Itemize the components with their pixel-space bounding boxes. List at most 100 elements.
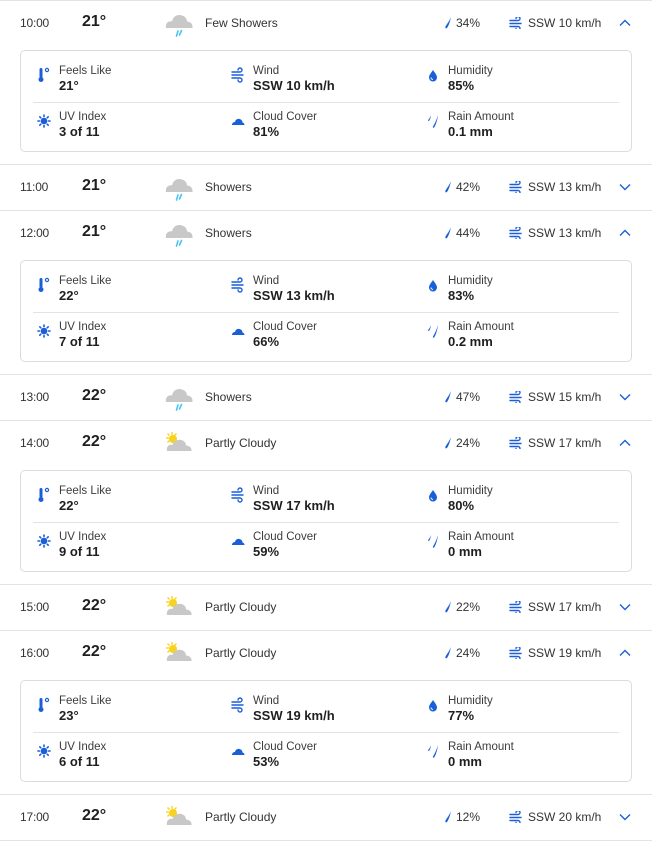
humidity-label: Humidity (448, 65, 493, 77)
wind-value: SSW 13 km/h (528, 180, 602, 194)
hour-temperature: 22° (82, 643, 107, 660)
uv-index-label: UV Index (59, 531, 107, 543)
cloud-cover-value: 81% (253, 124, 280, 139)
chevron-up-icon[interactable] (617, 435, 633, 451)
precipitation-chance: 24% (444, 436, 480, 450)
wind-value: SSW 19 km/h (528, 646, 602, 660)
expand-button[interactable] (617, 389, 633, 405)
rain-amount-item: Rain Amount 0.1 mm (426, 111, 616, 147)
hour-row-toggle[interactable]: 17:00 22° Partly Cloudy 12% SSW 20 km/h (0, 795, 652, 840)
uv-index-value: 6 of 11 (59, 754, 100, 769)
precipitation-chance: 47% (444, 390, 480, 404)
partly-cloudy-icon (166, 432, 192, 451)
humidity-item: Humidity 77% (426, 695, 616, 731)
precipitation-value: 42% (456, 180, 481, 194)
hour-time: 17:00 (20, 810, 50, 824)
humidity-item: Humidity 85% (426, 65, 616, 101)
wind-icon (509, 227, 522, 239)
wind-summary: SSW 20 km/h (509, 810, 601, 824)
hour-row-toggle[interactable]: 14:00 22° Partly Cloudy 24% SSW 17 km/h (0, 421, 652, 466)
cloud-cover-item: Cloud Cover 59% (231, 531, 421, 567)
rain-amount-label: Rain Amount (448, 531, 514, 543)
hour-row-toggle[interactable]: 11:00 21° Showers 42% SSW 13 km/h (0, 165, 652, 210)
humidity-drop-icon (429, 70, 437, 82)
chevron-down-icon[interactable] (617, 389, 633, 405)
feels-like-label: Feels Like (59, 65, 112, 77)
chevron-up-icon[interactable] (617, 15, 633, 31)
hour-time: 10:00 (20, 16, 50, 30)
uv-index-value: 3 of 11 (59, 124, 100, 139)
raindrop-icon (445, 647, 451, 659)
raindrop-icon (445, 227, 451, 239)
collapse-button[interactable] (617, 435, 633, 451)
hour-item: 17:00 22° Partly Cloudy 12% SSW 20 km/h (0, 795, 652, 841)
expand-button[interactable] (617, 179, 633, 195)
raindrop-icon (445, 601, 451, 613)
wind-icon (509, 811, 522, 823)
precipitation-chance: 22% (444, 600, 480, 614)
precipitation-value: 22% (456, 600, 481, 614)
hour-temperature: 21° (82, 177, 107, 194)
rain-amount-value: 0.2 mm (448, 334, 493, 349)
condition-icon (163, 219, 195, 249)
precipitation-value: 24% (456, 436, 481, 450)
hour-row-toggle[interactable]: 10:00 21° Few Showers 34% SSW 10 km/h (0, 1, 652, 46)
chevron-up-icon[interactable] (617, 225, 633, 241)
hour-temperature: 22° (82, 433, 107, 450)
wind-icon (509, 437, 522, 449)
cloud-icon (232, 328, 245, 335)
rain-amount-value: 0.1 mm (448, 124, 493, 139)
thermometer-icon (38, 277, 50, 292)
cloud-cover-label: Cloud Cover (253, 111, 317, 123)
hour-item: 16:00 22° Partly Cloudy 24% SSW 19 km/h … (0, 631, 652, 795)
condition-icon (163, 639, 195, 669)
uv-index-label: UV Index (59, 321, 107, 333)
chevron-up-icon[interactable] (617, 645, 633, 661)
precipitation-value: 34% (456, 16, 481, 30)
humidity-label: Humidity (448, 695, 493, 707)
uv-index-label: UV Index (59, 741, 107, 753)
hour-details-panel: Feels Like 21° Wind SSW 10 km/h Humidity… (20, 50, 632, 152)
collapse-button[interactable] (617, 225, 633, 241)
precipitation-chance: 42% (444, 180, 480, 194)
humidity-value: 83% (448, 288, 475, 303)
feels-like-value: 23° (59, 708, 79, 723)
chevron-down-icon[interactable] (617, 809, 633, 825)
feels-like-value: 21° (59, 78, 79, 93)
collapse-button[interactable] (617, 645, 633, 661)
cloud-cover-value: 59% (253, 544, 280, 559)
humidity-item: Humidity 80% (426, 485, 616, 521)
feels-like-label: Feels Like (59, 485, 112, 497)
cloud-cover-label: Cloud Cover (253, 531, 317, 543)
chevron-down-icon[interactable] (617, 179, 633, 195)
hour-row-toggle[interactable]: 13:00 22° Showers 47% SSW 15 km/h (0, 375, 652, 420)
expand-button[interactable] (617, 599, 633, 615)
condition-icon (163, 429, 195, 459)
wind-item: Wind SSW 17 km/h (231, 485, 421, 521)
raindrop-icon (445, 181, 451, 193)
hour-row-toggle[interactable]: 15:00 22° Partly Cloudy 22% SSW 17 km/h (0, 585, 652, 630)
hour-row-toggle[interactable]: 16:00 22° Partly Cloudy 24% SSW 19 km/h (0, 631, 652, 676)
precipitation-value: 12% (456, 810, 481, 824)
condition-icon (163, 9, 195, 39)
uv-index-value: 9 of 11 (59, 544, 100, 559)
cloud-cover-item: Cloud Cover 53% (231, 741, 421, 777)
details-divider (33, 732, 619, 733)
wind-value: SSW 10 km/h (528, 16, 602, 30)
wind-value: SSW 19 km/h (253, 708, 335, 723)
wind-icon (509, 647, 522, 659)
precipitation-chance: 34% (444, 16, 480, 30)
condition-text: Partly Cloudy (205, 600, 277, 614)
humidity-label: Humidity (448, 275, 493, 287)
hour-details-panel: Feels Like 22° Wind SSW 13 km/h Humidity… (20, 260, 632, 362)
feels-like-item: Feels Like 21° (37, 65, 227, 101)
hour-row-toggle[interactable]: 12:00 21° Showers 44% SSW 13 km/h (0, 211, 652, 256)
sun-uv-icon (37, 744, 51, 758)
expand-button[interactable] (617, 809, 633, 825)
hour-time: 14:00 (20, 436, 50, 450)
feels-like-value: 22° (59, 498, 79, 513)
humidity-value: 77% (448, 708, 475, 723)
chevron-down-icon[interactable] (617, 599, 633, 615)
sun-uv-icon (37, 324, 51, 338)
collapse-button[interactable] (617, 15, 633, 31)
